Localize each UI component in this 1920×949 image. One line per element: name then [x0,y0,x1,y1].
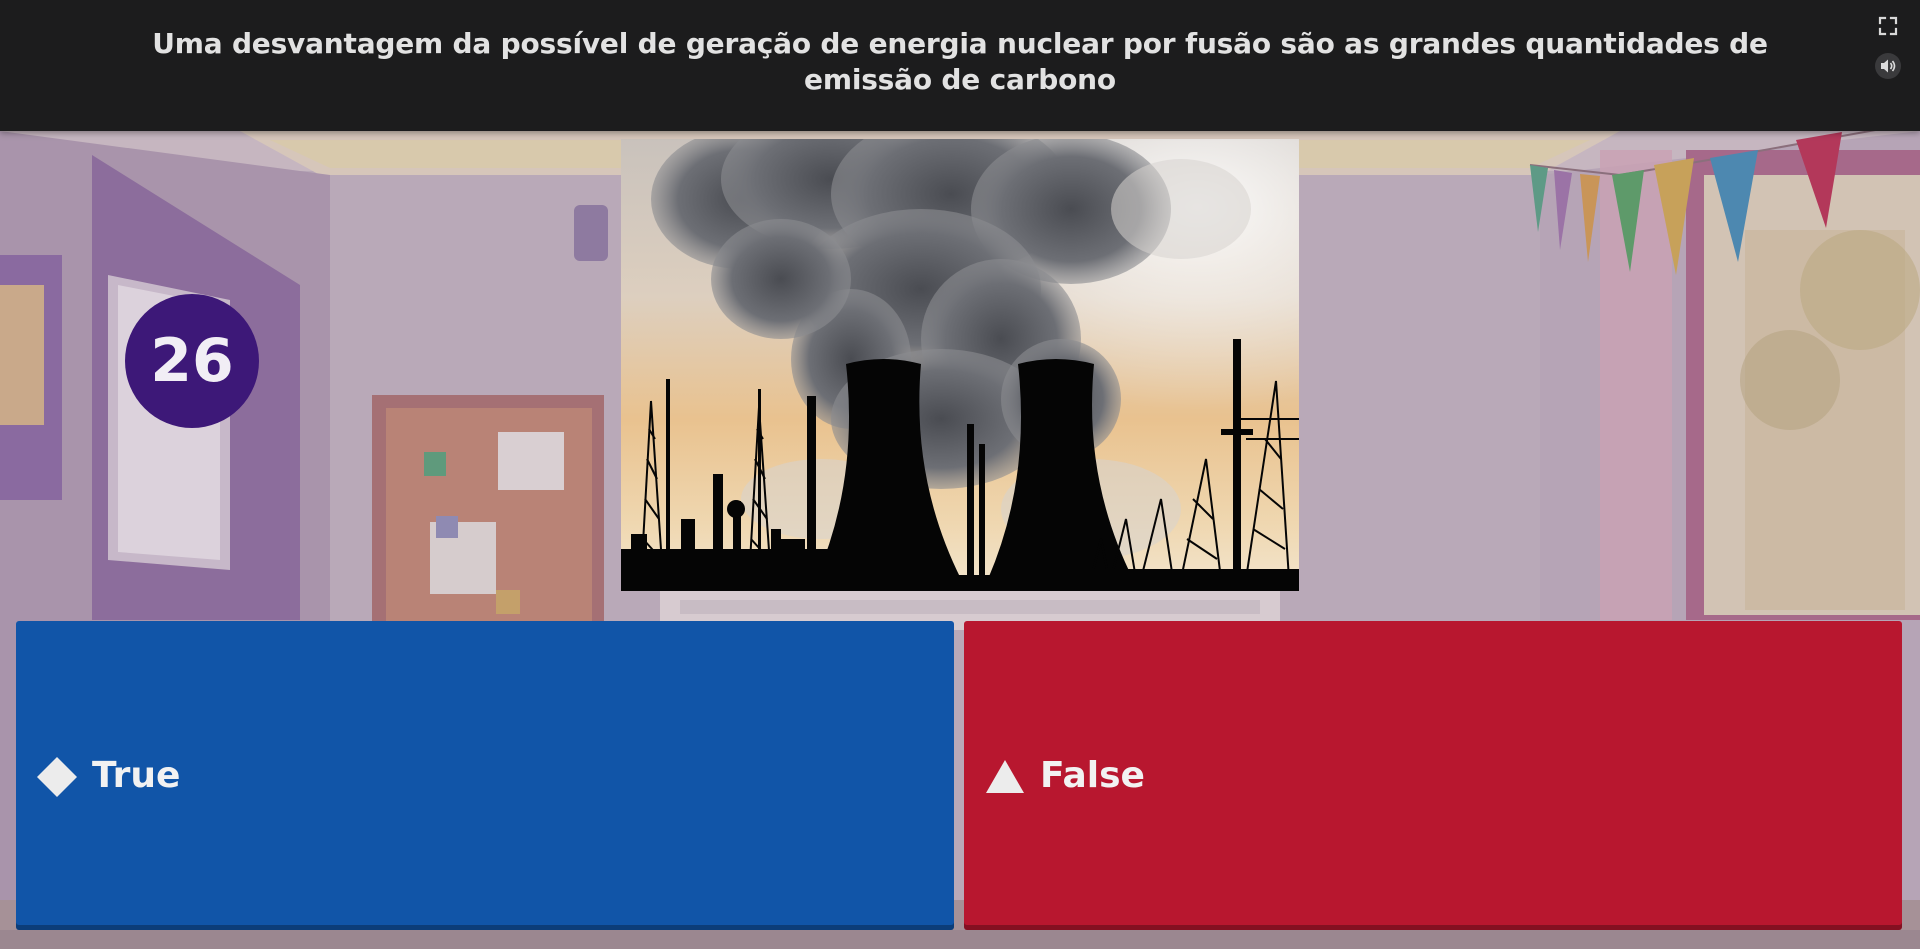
answer-false-button[interactable]: False [964,621,1902,930]
diamond-icon [34,754,80,800]
fullscreen-button[interactable] [1874,12,1902,40]
question-header: Uma desvantagem da possível de geração d… [0,0,1920,131]
cooling-towers-image [621,139,1299,591]
answer-false-label: False [1040,755,1145,796]
sound-button[interactable] [1874,52,1902,80]
answer-true-button[interactable]: True [16,621,954,930]
triangle-icon [982,754,1028,800]
answer-true-label: True [92,755,181,796]
question-image [621,139,1299,591]
speaker-icon [1875,53,1901,79]
fullscreen-icon [1878,16,1898,36]
countdown-timer: 26 [125,294,259,428]
question-text: Uma desvantagem da possível de geração d… [152,27,1768,96]
floor-strip [0,930,1920,949]
